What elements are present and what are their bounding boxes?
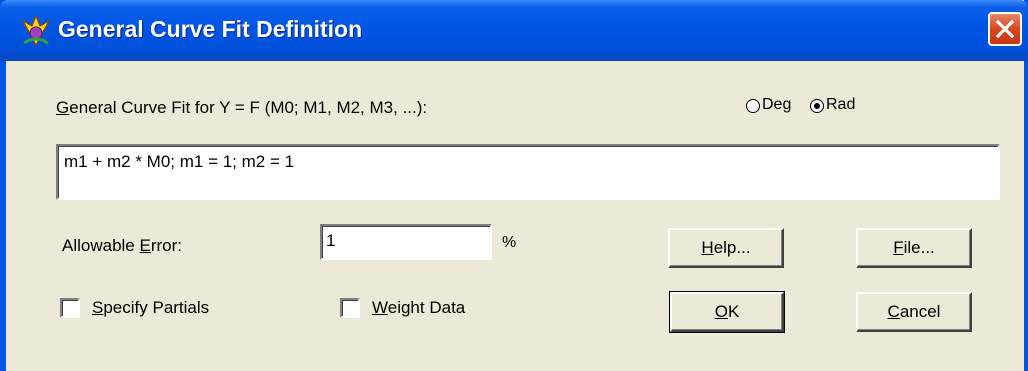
window-title: General Curve Fit Definition — [58, 16, 363, 42]
error-label-before: Allowable — [62, 236, 140, 255]
error-label-after: rror: — [150, 236, 183, 255]
dialog-window: General Curve Fit Definition General Cur… — [0, 0, 1028, 371]
help-text: elp... — [713, 238, 751, 257]
formula-input[interactable]: m1 + m2 * M0; m1 = 1; m2 = 1 — [56, 144, 1000, 200]
partials-text: pecify Partials — [103, 298, 210, 317]
weight-text: eight Data — [387, 298, 466, 317]
ok-button[interactable]: OK — [669, 291, 785, 333]
file-accel: F — [893, 238, 904, 257]
formula-input-text: m1 + m2 * M0; m1 = 1; m2 = 1 — [64, 152, 295, 171]
ok-text: K — [727, 302, 740, 321]
close-button[interactable] — [988, 12, 1022, 46]
help-accel: H — [701, 238, 714, 257]
cancel-text: ancel — [899, 302, 941, 321]
formula-label: General Curve Fit for Y = F (M0; M1, M2,… — [56, 98, 427, 118]
formula-label-accel: G — [56, 98, 70, 117]
file-button[interactable]: File... — [856, 228, 972, 268]
file-text: ile... — [903, 238, 935, 257]
rad-radio-label[interactable]: Rad — [826, 96, 855, 114]
app-logo-icon — [21, 14, 51, 47]
cancel-accel: C — [887, 302, 900, 321]
title-bar[interactable]: General Curve Fit Definition — [0, 0, 1028, 61]
weight-data-label[interactable]: Weight Data — [372, 298, 465, 318]
formula-label-text: eneral Curve Fit for Y = F (M0; M1, M2, … — [69, 98, 428, 117]
ok-accel: O — [714, 302, 728, 321]
partials-accel: S — [92, 298, 104, 317]
weight-data-checkbox[interactable] — [340, 298, 360, 318]
percent-unit-label: % — [502, 234, 517, 251]
allowable-error-input[interactable]: 1 — [320, 224, 492, 260]
deg-radio[interactable] — [746, 99, 760, 113]
cancel-button[interactable]: Cancel — [856, 292, 972, 332]
weight-accel: W — [372, 298, 388, 317]
allowable-error-value: 1 — [326, 231, 336, 250]
help-button[interactable]: Help... — [668, 228, 784, 268]
specify-partials-checkbox[interactable] — [60, 298, 80, 318]
deg-radio-label[interactable]: Deg — [762, 96, 791, 114]
error-label-accel: E — [139, 236, 151, 255]
close-icon — [996, 20, 1014, 38]
rad-radio[interactable] — [810, 99, 824, 113]
allowable-error-label: Allowable Error: — [62, 236, 182, 256]
specify-partials-label[interactable]: Specify Partials — [92, 298, 209, 318]
